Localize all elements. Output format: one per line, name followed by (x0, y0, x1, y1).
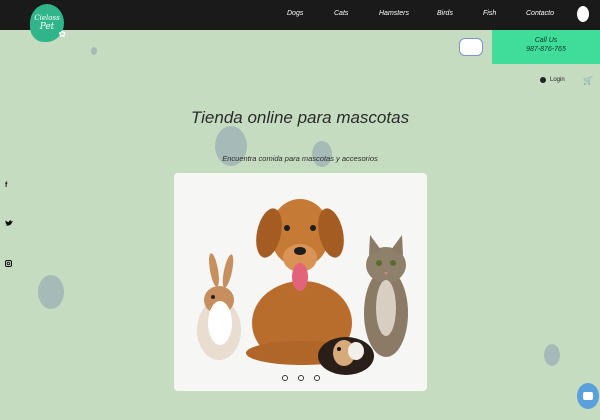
facebook-icon[interactable]: f (5, 182, 7, 189)
cart-icon[interactable]: 🛒 (583, 76, 593, 85)
carousel-dot[interactable] (281, 375, 288, 381)
nav-item-fish[interactable]: Fish (483, 10, 496, 17)
hero-carousel[interactable] (174, 173, 427, 391)
chat-icon (583, 392, 593, 400)
user-icon (540, 77, 546, 83)
login-label: Login (550, 77, 565, 83)
nav-item-dogs[interactable]: Dogs (287, 10, 303, 17)
top-navbar: Cieloss Pet ✿ Dogs Cats Hamsters Birds F… (0, 0, 600, 42)
hero-subtitle: Encuentra comida para mascotas y accesor… (222, 154, 378, 163)
instagram-icon[interactable] (5, 260, 12, 269)
carousel-dot[interactable] (313, 375, 320, 381)
decor-bubble (91, 47, 97, 55)
call-us-banner[interactable]: Call Us 987-876-765 (492, 30, 600, 64)
nav-item-cats[interactable]: Cats (334, 10, 348, 17)
twitter-icon[interactable] (5, 220, 13, 229)
toggle-button[interactable] (459, 38, 483, 56)
main-nav: Dogs Cats Hamsters Birds Fish Contacto (0, 10, 600, 22)
carousel-indicators (174, 375, 427, 381)
brand-line2: Pet (39, 22, 55, 32)
pets-photo (197, 199, 408, 375)
login-link[interactable]: Login (540, 77, 565, 83)
decor-bubble (544, 344, 560, 366)
chat-button[interactable] (577, 383, 599, 409)
user-avatar[interactable] (577, 6, 589, 22)
carousel-dot[interactable] (297, 375, 304, 381)
call-us-phone: 987-876-765 (526, 46, 566, 53)
cat-silhouette-icon: ✿ (58, 29, 66, 39)
nav-item-hamsters[interactable]: Hamsters (379, 10, 409, 17)
hero-title: Tienda online para mascotas (190, 108, 410, 127)
nav-item-contacto[interactable]: Contacto (526, 10, 554, 17)
call-us-title: Call Us (534, 37, 558, 44)
nav-item-birds[interactable]: Birds (437, 10, 453, 17)
decor-bubble (38, 275, 64, 309)
